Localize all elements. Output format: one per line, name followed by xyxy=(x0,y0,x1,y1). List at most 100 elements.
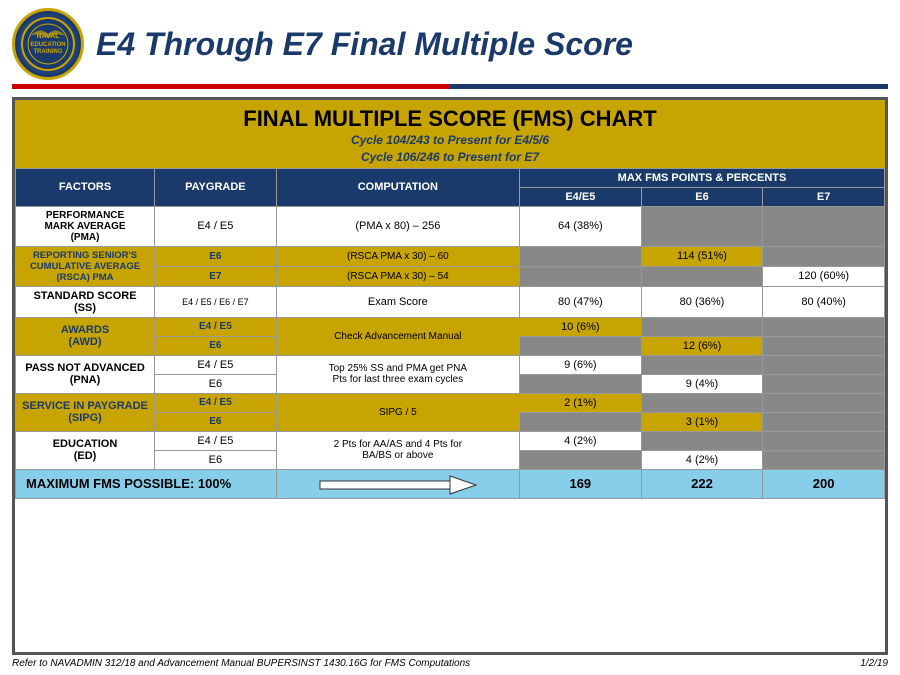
table-row: PERFORMANCEMARK AVERAGE(PMA) E4 / E5 (PM… xyxy=(16,206,885,246)
paygrade-e6-ed: E6 xyxy=(155,450,277,469)
col-paygrade: PAYGRADE xyxy=(155,168,277,206)
value-pna-e7 xyxy=(763,355,885,374)
paygrade-e7-rsca: E7 xyxy=(155,266,277,286)
computation-pma: (PMA x 80) – 256 xyxy=(276,206,519,246)
value-ed-e4e5: 4 (2%) xyxy=(520,431,642,450)
value-ed-e6: 4 (2%) xyxy=(641,450,763,469)
max-fms-e7: 200 xyxy=(763,469,885,498)
svg-text:TRAINING: TRAINING xyxy=(34,49,63,55)
fms-table: FACTORS PAYGRADE COMPUTATION MAX FMS POI… xyxy=(15,168,885,499)
fms-subtitle-1: Cycle 104/243 to Present for E4/5/6 xyxy=(19,132,881,149)
paygrade-e6-awards: E6 xyxy=(155,336,277,355)
paygrade-e6-rsca: E6 xyxy=(155,246,277,266)
fms-chart-header: FINAL MULTIPLE SCORE (FMS) CHART Cycle 1… xyxy=(15,100,885,168)
header-divider xyxy=(12,84,888,89)
value-rsca-e7-1 xyxy=(763,246,885,266)
value-awards-e7 xyxy=(763,317,885,336)
value-ed-e4e5-2 xyxy=(520,450,642,469)
col-e6: E6 xyxy=(641,187,763,206)
factor-sipg: SERVICE IN PAYGRADE(SIPG) xyxy=(16,393,155,431)
factor-rsca: REPORTING SENIOR'SCUMULATIVE AVERAGE(RSC… xyxy=(16,246,155,286)
paygrade-e4e5-awards: E4 / E5 xyxy=(155,317,277,336)
footer: Refer to NAVADMIN 312/18 and Advancement… xyxy=(12,655,888,669)
value-pna-e6: 9 (4%) xyxy=(641,374,763,393)
value-pna-e4e5: 9 (6%) xyxy=(520,355,642,374)
value-pma-e7 xyxy=(763,206,885,246)
page-wrapper: NAVAL EDUCATION TRAINING E4 Through E7 F… xyxy=(0,0,900,675)
column-header-row: FACTORS PAYGRADE COMPUTATION MAX FMS POI… xyxy=(16,168,885,187)
computation-sipg: SIPG / 5 xyxy=(276,393,519,431)
max-fms-row: MAXIMUM FMS POSSIBLE: 100% 169 222 200 xyxy=(16,469,885,498)
computation-ss: Exam Score xyxy=(276,286,519,317)
value-rsca-e7: 120 (60%) xyxy=(763,266,885,286)
value-rsca-e6-2 xyxy=(641,266,763,286)
value-pna-e7-2 xyxy=(763,374,885,393)
fms-chart: FINAL MULTIPLE SCORE (FMS) CHART Cycle 1… xyxy=(12,97,888,655)
paygrade-e4e5-sipg: E4 / E5 xyxy=(155,393,277,412)
paygrade-e4e5-pna: E4 / E5 xyxy=(155,355,277,374)
col-max-fms: MAX FMS POINTS & PERCENTS xyxy=(520,168,885,187)
fms-subtitle-2: Cycle 106/246 to Present for E7 xyxy=(19,149,881,166)
table-row: REPORTING SENIOR'SCUMULATIVE AVERAGE(RSC… xyxy=(16,246,885,266)
value-ss-e7: 80 (40%) xyxy=(763,286,885,317)
computation-rsca-e7: (RSCA PMA x 30) – 54 xyxy=(276,266,519,286)
value-sipg-e6: 3 (1%) xyxy=(641,412,763,431)
value-ss-e6: 80 (36%) xyxy=(641,286,763,317)
logo: NAVAL EDUCATION TRAINING xyxy=(12,8,84,80)
table-row: PASS NOT ADVANCED(PNA) E4 / E5 Top 25% S… xyxy=(16,355,885,374)
table-row: AWARDS(AWD) E4 / E5 Check Advancement Ma… xyxy=(16,317,885,336)
value-pna-e4e5-2 xyxy=(520,374,642,393)
col-factors: FACTORS xyxy=(16,168,155,206)
value-pma-e4e5: 64 (38%) xyxy=(520,206,642,246)
col-computation: COMPUTATION xyxy=(276,168,519,206)
value-ss-e4e5: 80 (47%) xyxy=(520,286,642,317)
computation-rsca-e6: (RSCA PMA x 30) – 60 xyxy=(276,246,519,266)
table-row: STANDARD SCORE(SS) E4 / E5 / E6 / E7 Exa… xyxy=(16,286,885,317)
value-sipg-e7 xyxy=(763,393,885,412)
arrow-cell xyxy=(276,469,519,498)
col-e4e5: E4/E5 xyxy=(520,187,642,206)
table-row: EDUCATION(ED) E4 / E5 2 Pts for AA/AS an… xyxy=(16,431,885,450)
svg-text:EDUCATION: EDUCATION xyxy=(30,42,65,48)
table-row: SERVICE IN PAYGRADE(SIPG) E4 / E5 SIPG /… xyxy=(16,393,885,412)
max-fms-label: MAXIMUM FMS POSSIBLE: 100% xyxy=(16,469,277,498)
value-ed-e7 xyxy=(763,431,885,450)
value-pna-e6-1 xyxy=(641,355,763,374)
max-fms-e6: 222 xyxy=(641,469,763,498)
value-rsca-e6: 114 (51%) xyxy=(641,246,763,266)
value-pma-e6 xyxy=(641,206,763,246)
value-sipg-e6-1 xyxy=(641,393,763,412)
factor-pma: PERFORMANCEMARK AVERAGE(PMA) xyxy=(16,206,155,246)
value-rsca-e4e5 xyxy=(520,246,642,266)
computation-pna: Top 25% SS and PMA get PNAPts for last t… xyxy=(276,355,519,393)
col-e7: E7 xyxy=(763,187,885,206)
header: NAVAL EDUCATION TRAINING E4 Through E7 F… xyxy=(12,8,888,80)
factor-awards: AWARDS(AWD) xyxy=(16,317,155,355)
paygrade-all-ss: E4 / E5 / E6 / E7 xyxy=(155,286,277,317)
factor-ed: EDUCATION(ED) xyxy=(16,431,155,469)
value-sipg-e4e5-2 xyxy=(520,412,642,431)
value-rsca-e4e5-2 xyxy=(520,266,642,286)
fms-chart-title: FINAL MULTIPLE SCORE (FMS) CHART xyxy=(19,106,881,132)
value-awards-e4e5: 10 (6%) xyxy=(520,317,642,336)
value-awards-e6: 12 (6%) xyxy=(641,336,763,355)
footer-left: Refer to NAVADMIN 312/18 and Advancement… xyxy=(12,658,470,669)
paygrade-e4e5-ed: E4 / E5 xyxy=(155,431,277,450)
value-awards-e6-1 xyxy=(641,317,763,336)
factor-ss: STANDARD SCORE(SS) xyxy=(16,286,155,317)
paygrade-e4e5-pma: E4 / E5 xyxy=(155,206,277,246)
value-sipg-e4e5: 2 (1%) xyxy=(520,393,642,412)
footer-right: 1/2/19 xyxy=(860,658,888,669)
paygrade-e6-pna: E6 xyxy=(155,374,277,393)
factor-pna: PASS NOT ADVANCED(PNA) xyxy=(16,355,155,393)
value-ed-e6-1 xyxy=(641,431,763,450)
computation-awards: Check Advancement Manual xyxy=(276,317,519,355)
page-title: E4 Through E7 Final Multiple Score xyxy=(96,26,633,63)
paygrade-e6-sipg: E6 xyxy=(155,412,277,431)
value-awards-e7-2 xyxy=(763,336,885,355)
max-fms-e4e5: 169 xyxy=(520,469,642,498)
value-sipg-e7-2 xyxy=(763,412,885,431)
value-awards-e4e5-2 xyxy=(520,336,642,355)
logo-inner: NAVAL EDUCATION TRAINING xyxy=(18,14,78,74)
computation-ed: 2 Pts for AA/AS and 4 Pts forBA/BS or ab… xyxy=(276,431,519,469)
